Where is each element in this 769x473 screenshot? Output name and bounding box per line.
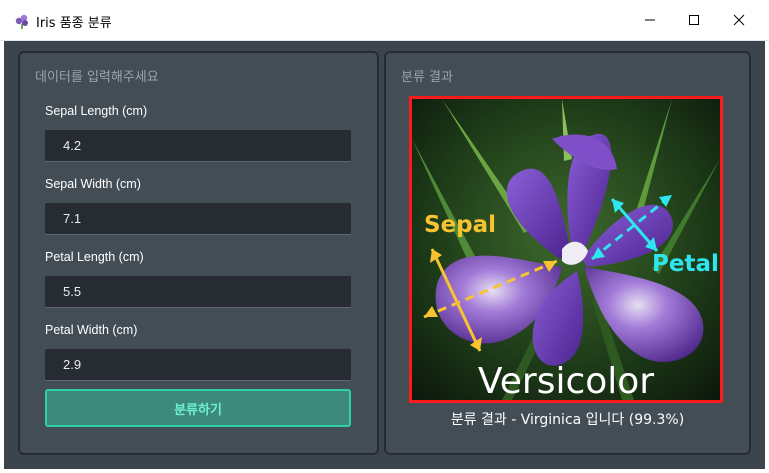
sepal-annotation: Sepal (424, 212, 496, 238)
sepal-length-label: Sepal Length (cm) (45, 104, 148, 118)
sepal-width-label: Sepal Width (cm) (45, 177, 141, 191)
petal-length-label: Petal Length (cm) (45, 250, 144, 264)
petal-width-input[interactable] (45, 349, 351, 381)
sepal-width-input[interactable] (45, 203, 351, 235)
petal-length-input[interactable] (45, 276, 351, 308)
result-panel-title: 분류 결과 (401, 70, 453, 85)
petal-width-label: Petal Width (cm) (45, 323, 138, 337)
sepal-length-input[interactable] (45, 130, 351, 162)
input-panel: 데이터를 입력해주세요 Sepal Length (cm) Sepal Widt… (18, 51, 379, 455)
iris-flower-image: Sepal Petal Versicolor (409, 96, 723, 403)
maximize-icon (689, 15, 699, 25)
close-icon (733, 14, 745, 26)
classify-button[interactable]: 분류하기 (45, 389, 351, 427)
species-annotation: Versicolor (478, 361, 654, 400)
window-title: Iris 품종 분류 (36, 16, 112, 31)
iris-flower-illustration: Sepal Petal Versicolor (412, 99, 720, 400)
iris-app-icon (15, 14, 28, 29)
main-area: 데이터를 입력해주세요 Sepal Length (cm) Sepal Widt… (4, 41, 765, 469)
close-button[interactable] (716, 0, 762, 40)
classification-result: 분류 결과 - Virginica 입니다 (99.3%) (450, 412, 685, 428)
result-panel: 분류 결과 Sepal Petal Versicolor 분류 결과 - Vir… (384, 51, 751, 455)
input-panel-title: 데이터를 입력해주세요 (35, 70, 159, 85)
petal-annotation: Petal (652, 251, 719, 277)
app-window: Iris 품종 분류 데이터를 입력해주세요 Sepal Length (cm)… (0, 0, 769, 473)
minimize-button[interactable] (627, 0, 673, 40)
minimize-icon (645, 19, 655, 21)
title-bar[interactable]: Iris 품종 분류 (0, 0, 769, 41)
maximize-button[interactable] (671, 0, 717, 40)
